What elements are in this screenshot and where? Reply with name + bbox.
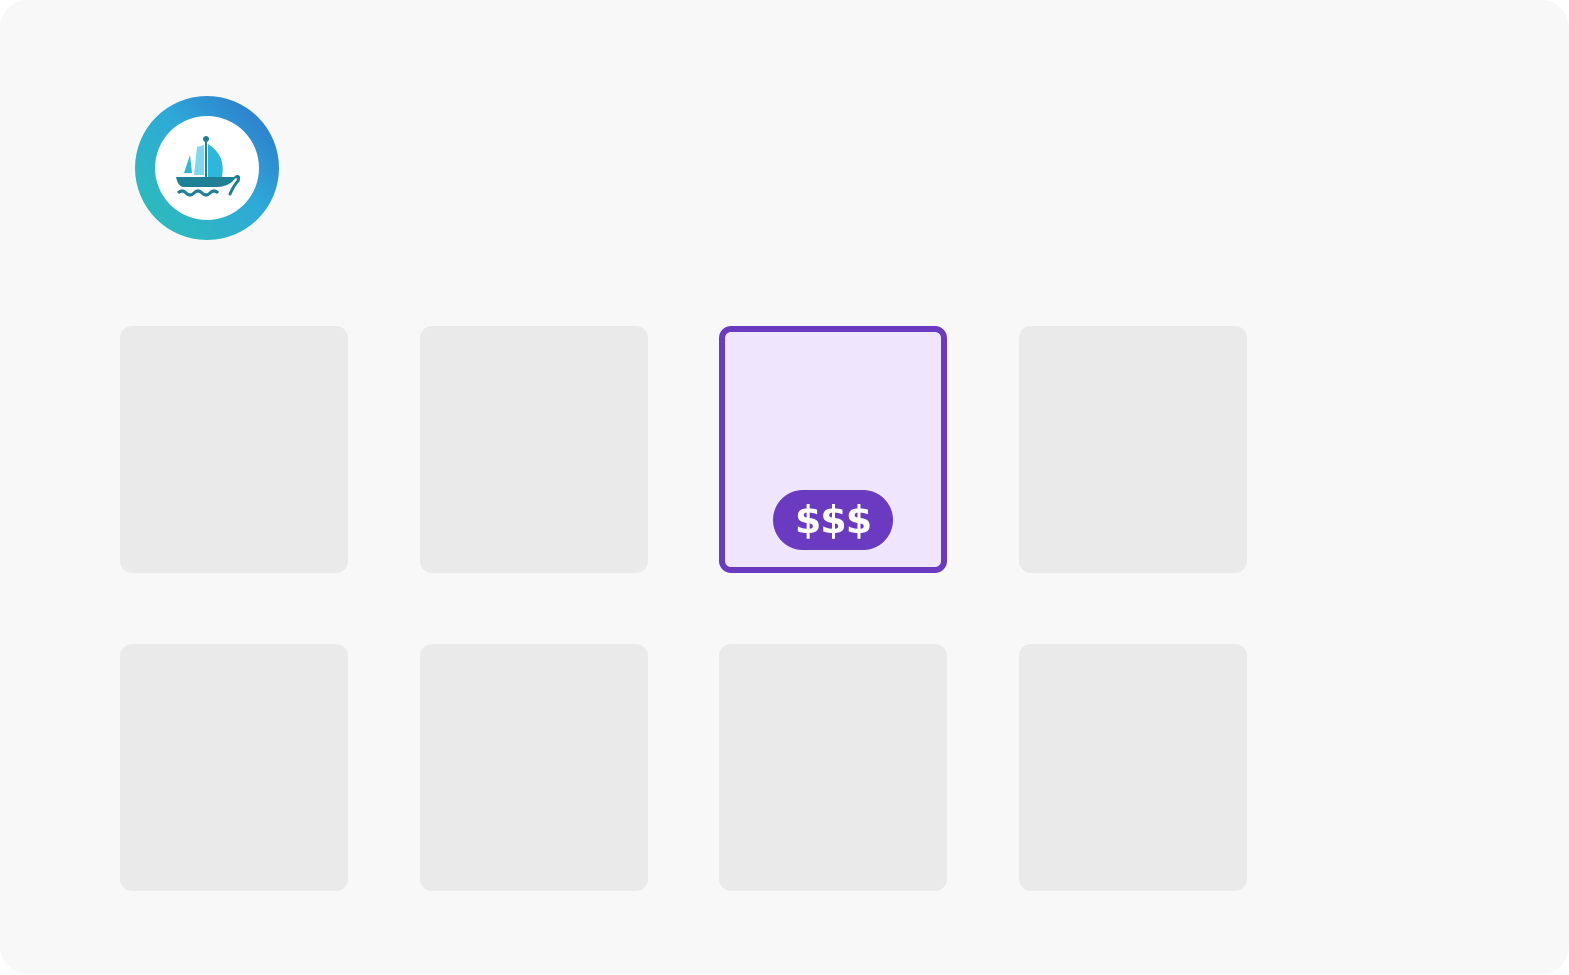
grid-tile-5[interactable] <box>120 644 348 891</box>
grid-tile-selected[interactable]: $$$ <box>719 326 947 573</box>
grid-tile-1[interactable] <box>120 326 348 573</box>
app-panel: $$$ <box>0 0 1569 974</box>
grid-tile-8[interactable] <box>1019 644 1247 891</box>
price-badge: $$$ <box>773 490 893 550</box>
grid-tile-6[interactable] <box>420 644 648 891</box>
grid-tile-2[interactable] <box>420 326 648 573</box>
grid-tile-4[interactable] <box>1019 326 1247 573</box>
ship-logo-icon <box>134 95 280 241</box>
grid-tile-7[interactable] <box>719 644 947 891</box>
